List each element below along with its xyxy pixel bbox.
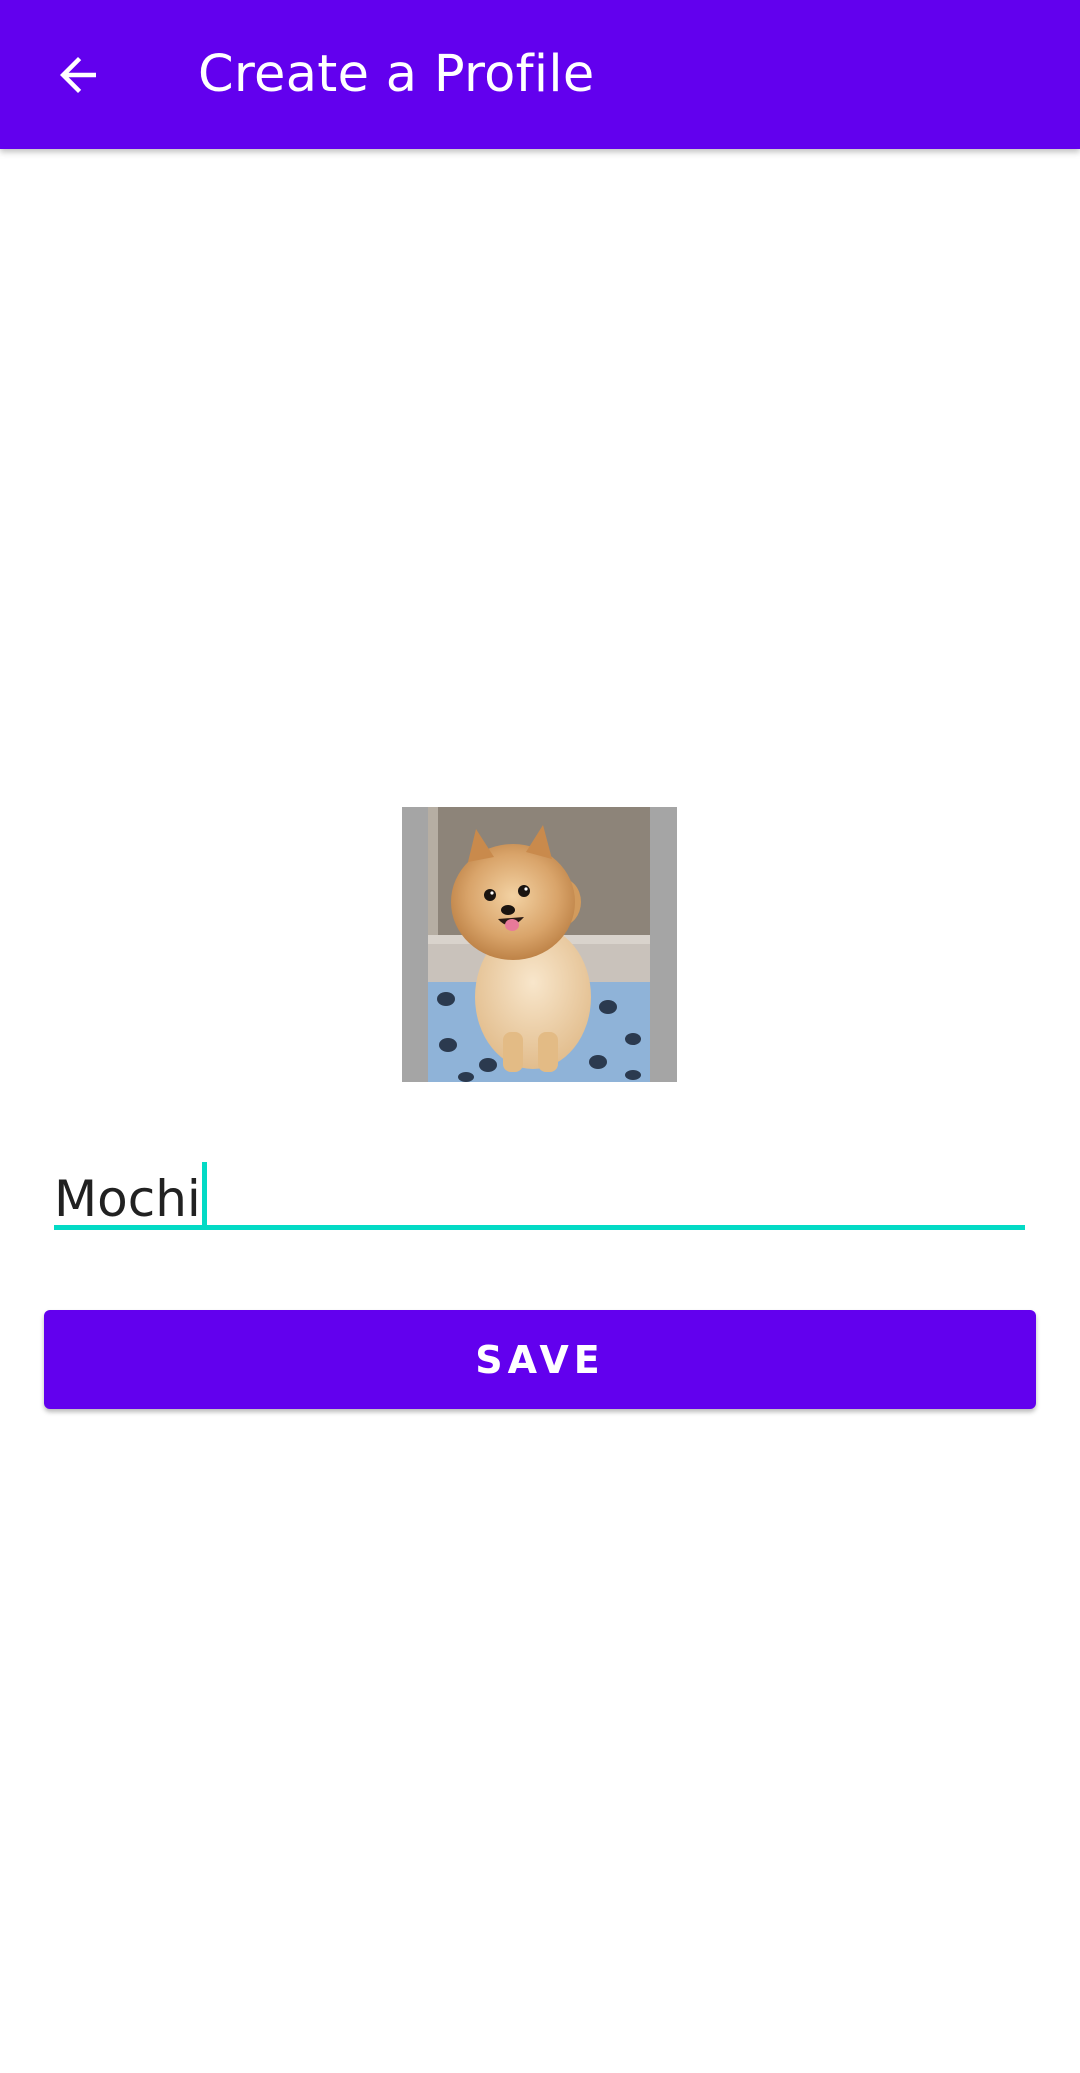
page-title: Create a Profile (198, 45, 595, 104)
profile-photo[interactable] (402, 807, 677, 1082)
text-cursor (201, 1162, 207, 1228)
app-bar: Create a Profile (0, 0, 1080, 149)
profile-name-input[interactable]: Mochi (54, 1140, 1025, 1230)
dog-photo-image (428, 807, 650, 1082)
back-button[interactable] (30, 30, 126, 120)
save-button[interactable]: SAVE (44, 1310, 1036, 1409)
arrow-back-icon (60, 57, 96, 93)
input-underline (54, 1225, 1025, 1230)
profile-name-value: Mochi (54, 1170, 201, 1228)
